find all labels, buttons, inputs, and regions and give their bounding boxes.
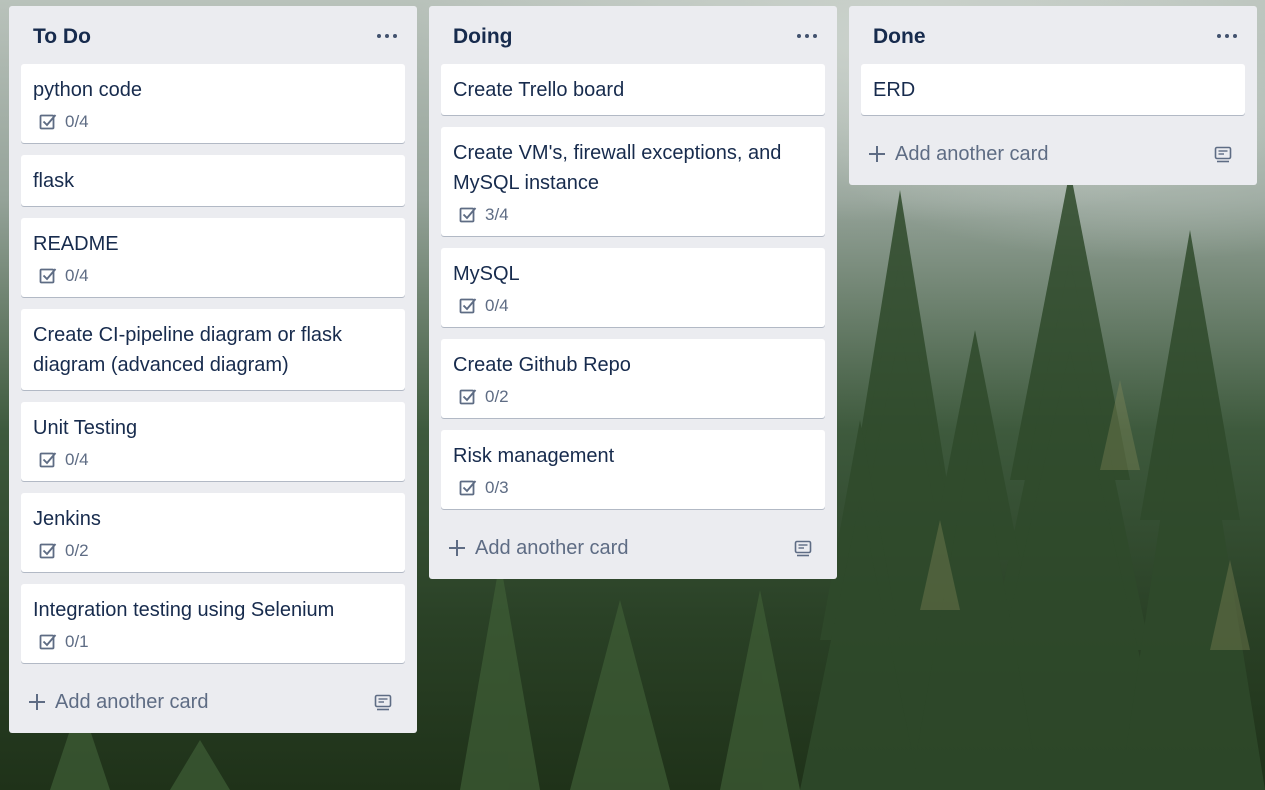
add-card-button[interactable]: Add another card [27, 685, 208, 719]
checklist-badge: 0/4 [39, 111, 393, 133]
plus-icon [449, 540, 465, 556]
checklist-count: 0/4 [65, 450, 89, 469]
checklist-icon [459, 389, 477, 405]
card-title: Create VM's, firewall exceptions, and My… [453, 142, 782, 194]
card-template-icon[interactable] [793, 538, 813, 558]
menu-dot [805, 34, 809, 38]
add-card-label: Add another card [895, 142, 1049, 165]
checklist-badge: 0/3 [459, 477, 813, 499]
list-header: Doing [429, 6, 837, 64]
card-title: Risk management [453, 445, 615, 467]
card-list: python code 0/4 flask README 0/4 Create CI-pi… [9, 64, 417, 663]
checklist-count: 0/3 [485, 478, 509, 497]
more-horizontal-icon[interactable] [1215, 20, 1239, 44]
card-list: Create Trello board Create VM's, firewall… [429, 64, 837, 509]
plus-icon [869, 146, 885, 162]
card[interactable]: README 0/4 [21, 218, 405, 297]
menu-dot [385, 34, 389, 38]
checklist-count: 0/4 [65, 112, 89, 131]
checklist-badge: 0/4 [39, 265, 393, 287]
card-template-icon[interactable] [373, 692, 393, 712]
checklist-count: 0/2 [65, 541, 89, 560]
list-title[interactable]: Doing [453, 25, 512, 49]
card-title: Create Trello board [453, 79, 625, 101]
plus-icon [29, 694, 45, 710]
checklist-icon [39, 268, 57, 284]
checklist-count: 0/1 [65, 632, 89, 651]
card[interactable]: MySQL 0/4 [441, 248, 825, 327]
checklist-icon [39, 114, 57, 130]
add-card-label: Add another card [475, 536, 629, 559]
list-to-do: To Do python code 0/4 flask README 0/4 Create … [9, 6, 417, 733]
checklist-icon [459, 480, 477, 496]
card-template-icon-shape [794, 540, 812, 557]
checklist-badge: 0/2 [459, 386, 813, 408]
card-title: Integration testing using Selenium [33, 599, 335, 621]
more-horizontal-icon[interactable] [375, 20, 399, 44]
menu-dot [377, 34, 381, 38]
checklist-badge: 0/4 [39, 449, 393, 471]
card[interactable]: python code 0/4 [21, 64, 405, 143]
card[interactable]: Create VM's, firewall exceptions, and My… [441, 127, 825, 236]
list-title[interactable]: To Do [33, 25, 91, 49]
card-list: ERD [849, 64, 1257, 115]
menu-dot [1217, 34, 1221, 38]
add-card-label: Add another card [55, 690, 209, 713]
card[interactable]: Jenkins 0/2 [21, 493, 405, 572]
menu-dot [1233, 34, 1237, 38]
checklist-count: 0/4 [485, 296, 509, 315]
card[interactable]: Create Trello board [441, 64, 825, 115]
card-title: Create CI-pipeline diagram or flask diag… [33, 324, 343, 376]
card[interactable]: Create CI-pipeline diagram or flask diag… [21, 309, 405, 390]
card-title: python code [33, 79, 142, 101]
list-footer: Add another card [9, 675, 417, 733]
checklist-icon [459, 298, 477, 314]
list-footer: Add another card [429, 521, 837, 579]
card-template-icon-shape [1214, 146, 1232, 163]
add-card-button[interactable]: Add another card [867, 137, 1048, 171]
card-title: Unit Testing [33, 417, 138, 439]
menu-dot [393, 34, 397, 38]
list-header: To Do [9, 6, 417, 64]
checklist-icon [39, 634, 57, 650]
card-template-icon[interactable] [1213, 144, 1233, 164]
card[interactable]: flask [21, 155, 405, 206]
list-header: Done [849, 6, 1257, 64]
card-title: Jenkins [33, 508, 101, 530]
card[interactable]: ERD [861, 64, 1245, 115]
more-horizontal-icon[interactable] [795, 20, 819, 44]
card-title: MySQL [453, 263, 520, 285]
checklist-badge: 0/2 [39, 540, 393, 562]
checklist-icon [39, 543, 57, 559]
list-doing: Doing Create Trello board Create VM's, fir… [429, 6, 837, 579]
menu-dot [797, 34, 801, 38]
checklist-count: 0/4 [65, 266, 89, 285]
menu-dot [813, 34, 817, 38]
list-done: Done ERD Add another card [849, 6, 1257, 185]
list-footer: Add another card [849, 127, 1257, 185]
checklist-icon [39, 452, 57, 468]
checklist-count: 0/2 [485, 387, 509, 406]
card[interactable]: Unit Testing 0/4 [21, 402, 405, 481]
menu-dot [1225, 34, 1229, 38]
checklist-count: 3/4 [485, 205, 509, 224]
card-title: README [33, 233, 119, 255]
checklist-badge: 0/4 [459, 295, 813, 317]
list-title[interactable]: Done [873, 25, 926, 49]
checklist-icon [459, 207, 477, 223]
card-title: ERD [873, 79, 916, 101]
card-title: Create Github Repo [453, 354, 631, 376]
checklist-badge: 0/1 [39, 631, 393, 653]
card-title: flask [33, 170, 75, 192]
card-template-icon-shape [374, 694, 392, 711]
card[interactable]: Risk management 0/3 [441, 430, 825, 509]
card[interactable]: Integration testing using Selenium 0/1 [21, 584, 405, 663]
checklist-badge: 3/4 [459, 204, 813, 226]
card[interactable]: Create Github Repo 0/2 [441, 339, 825, 418]
add-card-button[interactable]: Add another card [447, 531, 628, 565]
